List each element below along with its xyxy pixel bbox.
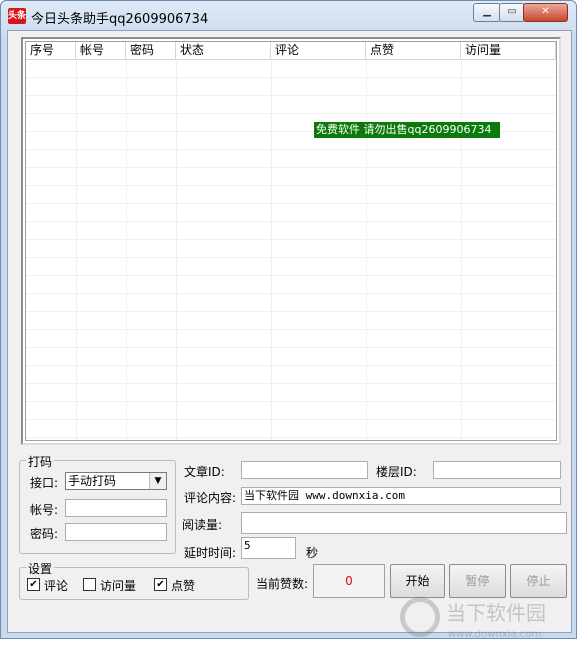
close-icon: ✕ bbox=[541, 6, 550, 17]
grid-line bbox=[26, 95, 556, 96]
column-header[interactable]: 评论 bbox=[271, 42, 366, 59]
grid-line bbox=[26, 221, 556, 222]
comment-label: 评论内容: bbox=[184, 491, 237, 505]
grid-line bbox=[26, 113, 556, 114]
grid-line bbox=[26, 239, 556, 240]
watermark: 当下软件园 www.downxia.com bbox=[400, 591, 570, 651]
grid-line bbox=[26, 203, 556, 204]
captcha-password-label: 密码: bbox=[30, 527, 59, 541]
chevron-down-icon[interactable]: ▼ bbox=[149, 473, 166, 489]
delay-input[interactable]: 5 bbox=[241, 537, 296, 559]
grid-line bbox=[26, 383, 556, 384]
article-id-input[interactable] bbox=[241, 461, 368, 479]
app-window: 头条 今日头条助手qq2609906734 ▁ ▭ ✕ 序号 帐号 密码 状态 … bbox=[0, 0, 577, 640]
watermark-url: www.downxia.com bbox=[448, 629, 542, 640]
reads-input[interactable] bbox=[241, 512, 567, 534]
maximize-icon: ▭ bbox=[507, 6, 517, 17]
watermark-text: 当下软件园 bbox=[446, 601, 546, 625]
article-id-label: 文章ID: bbox=[184, 465, 225, 479]
minimize-button[interactable]: ▁ bbox=[473, 3, 501, 22]
grid-line bbox=[26, 329, 556, 330]
grid-line bbox=[26, 185, 556, 186]
settings-group-title: 设置 bbox=[26, 560, 55, 577]
captcha-group-title: 打码 bbox=[26, 453, 55, 470]
likes-checkbox-label[interactable]: 点赞 bbox=[171, 577, 195, 594]
checkbox-box[interactable] bbox=[83, 578, 96, 591]
delay-label: 延时时间: bbox=[184, 546, 237, 560]
grid-line bbox=[26, 257, 556, 258]
list-body: 序号 帐号 密码 状态 评论 点赞 访问量 免费软件 请勿出售qq2609906… bbox=[25, 41, 557, 441]
column-header[interactable]: 序号 bbox=[26, 42, 76, 59]
current-likes-label: 当前赞数: bbox=[256, 577, 309, 591]
column-header[interactable]: 密码 bbox=[126, 42, 176, 59]
grid-line bbox=[26, 167, 556, 168]
floor-id-label: 楼层ID: bbox=[376, 465, 417, 479]
column-header[interactable]: 点赞 bbox=[366, 42, 461, 59]
column-header[interactable]: 状态 bbox=[176, 42, 271, 59]
app-logo-icon: 头条 bbox=[8, 8, 26, 24]
list-header: 序号 帐号 密码 状态 评论 点赞 访问量 bbox=[26, 42, 556, 60]
captcha-account-input[interactable] bbox=[65, 499, 167, 517]
grid-line bbox=[26, 437, 556, 438]
captcha-group: 打码 接口: 手动打码 ▼ 帐号: 密码: bbox=[19, 453, 176, 554]
grid-line bbox=[26, 347, 556, 348]
comment-checkbox-label[interactable]: 评论 bbox=[44, 577, 68, 594]
checkmark-icon[interactable]: ✔ bbox=[27, 578, 40, 591]
floor-id-input[interactable] bbox=[433, 461, 561, 479]
minimize-icon: ▁ bbox=[483, 6, 491, 17]
window-title: 今日头条助手qq2609906734 bbox=[31, 12, 209, 27]
checkmark-icon[interactable]: ✔ bbox=[154, 578, 167, 591]
grid-line bbox=[26, 275, 556, 276]
current-likes-value: 0 bbox=[313, 564, 385, 598]
maximize-button[interactable]: ▭ bbox=[499, 3, 525, 22]
grid-line bbox=[26, 311, 556, 312]
column-header[interactable]: 帐号 bbox=[76, 42, 126, 59]
interface-label: 接口: bbox=[30, 476, 59, 490]
grid-line bbox=[26, 293, 556, 294]
grid-line bbox=[26, 365, 556, 366]
free-software-banner: 免费软件 请勿出售qq2609906734 bbox=[314, 122, 500, 138]
interface-value: 手动打码 bbox=[68, 474, 117, 488]
interface-select[interactable]: 手动打码 ▼ bbox=[65, 472, 167, 490]
delay-unit: 秒 bbox=[306, 546, 319, 560]
comment-input[interactable]: 当下软件园 www.downxia.com bbox=[241, 487, 561, 505]
title-bar[interactable]: 头条 今日头条助手qq2609906734 ▁ ▭ ✕ bbox=[1, 1, 576, 31]
grid-line bbox=[26, 419, 556, 420]
close-button[interactable]: ✕ bbox=[523, 3, 568, 22]
captcha-password-input[interactable] bbox=[65, 523, 167, 541]
grid-line bbox=[26, 149, 556, 150]
settings-group: 设置 ✔ 评论 访问量 ✔ 点赞 bbox=[19, 560, 249, 600]
client-area: 序号 帐号 密码 状态 评论 点赞 访问量 免费软件 请勿出售qq2609906… bbox=[7, 30, 572, 640]
watermark-logo-icon bbox=[400, 597, 440, 637]
grid-line bbox=[26, 77, 556, 78]
captcha-account-label: 帐号: bbox=[30, 503, 59, 517]
reads-label: 阅读量: bbox=[182, 518, 223, 532]
grid-line bbox=[26, 401, 556, 402]
column-header[interactable]: 访问量 bbox=[461, 42, 556, 59]
visits-checkbox-label[interactable]: 访问量 bbox=[100, 577, 136, 594]
account-list[interactable]: 序号 帐号 密码 状态 评论 点赞 访问量 免费软件 请勿出售qq2609906… bbox=[21, 37, 561, 445]
